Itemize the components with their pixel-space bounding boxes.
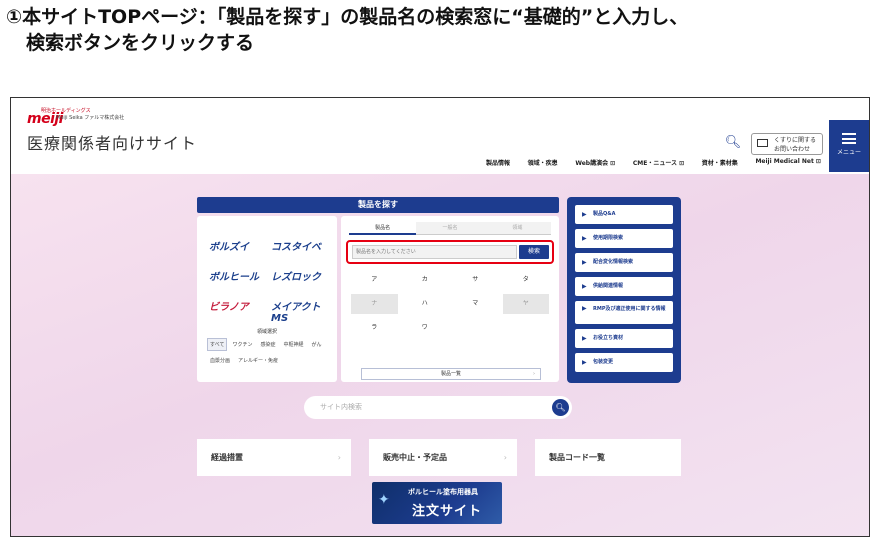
quick-link-compatibility[interactable]: ▶ 配合変化情報検索: [575, 253, 673, 272]
product-name-search-input[interactable]: [352, 245, 517, 259]
chip-vaccine[interactable]: ワクチン: [229, 338, 256, 351]
hamburger-icon: [842, 133, 856, 144]
instruction-line-2: 検索ボタンをクリックする: [26, 32, 255, 54]
browser-screenshot: 明治ホールディングス meiji Meiji Seika ファルマ株式会社 医療…: [10, 97, 870, 537]
nav-item-web-lectures[interactable]: Web講演会 ⊡: [575, 158, 615, 170]
kana-ha[interactable]: ハ: [401, 294, 448, 314]
kana-ya: ヤ: [502, 294, 549, 314]
sparkle-icon: ✦: [378, 492, 390, 508]
order-site-banner[interactable]: ✦ ボルヒール塗布用器具 注文サイト: [372, 482, 502, 524]
global-nav: 製品情報 領域・疾患 Web講演会 ⊡ CME・ニュース ⊡ 資材・素材集 Me…: [486, 158, 821, 170]
kana-ma[interactable]: マ: [452, 294, 499, 314]
chip-plasma[interactable]: 血漿分画: [207, 354, 234, 367]
card-label: 販売中止・予定品: [383, 453, 447, 462]
banner-subtitle: ボルヒール塗布用器具: [408, 488, 478, 496]
quick-link-qa[interactable]: ▶ 製品Q&A: [575, 205, 673, 224]
brands-panel: ボルズイ コスタイベ ボルヒール レズロック ビラノア メイアクトMS 領域選択…: [197, 216, 337, 382]
chip-cns[interactable]: 中枢神経: [280, 338, 307, 351]
nav-item-products[interactable]: 製品情報: [486, 158, 510, 170]
quick-link-label: 供給関連情報: [593, 283, 624, 289]
nav-item-medical-net[interactable]: Meiji Medical Net ⊡: [755, 158, 821, 170]
tab-generic-name[interactable]: 一般名: [416, 222, 484, 235]
field-select-title: 領域選択: [256, 329, 277, 335]
kana-ta[interactable]: タ: [502, 270, 549, 290]
product-search-panel: 製品名 一般名 領域 検索 ア カ サ タ ナ ハ マ ヤ ラ ワ 製品一覧 ›: [341, 216, 559, 382]
instruction-text: ①本サイトTOPページ：「製品を探す」の製品名の検索窓に“基礎的”と入力し、 検…: [6, 4, 866, 56]
nav-item-materials[interactable]: 資材・素材集: [702, 158, 738, 170]
brand-link-3[interactable]: ボルヒール: [209, 268, 259, 283]
site-header: 明治ホールディングス meiji Meiji Seika ファルマ株式会社 医療…: [11, 98, 869, 174]
quick-link-supply[interactable]: ▶ 供給関連情報: [575, 277, 673, 296]
chip-allergy[interactable]: アレルギー・免疫: [235, 354, 282, 367]
triangle-right-icon: ▶: [582, 359, 587, 366]
chevron-right-icon: ›: [337, 453, 341, 462]
banner-title: 注文サイト: [412, 504, 483, 519]
mail-icon: [757, 139, 768, 147]
chip-infection[interactable]: 感染症: [257, 338, 279, 351]
triangle-right-icon: ▶: [582, 211, 587, 218]
menu-label: メニュー: [836, 149, 861, 156]
chip-all[interactable]: すべて: [207, 338, 228, 351]
quick-link-rmp[interactable]: ▶ RMP及び適正使用に関する情報: [575, 301, 673, 324]
brand-link-6[interactable]: メイアクトMS: [271, 298, 337, 324]
card-product-codes[interactable]: 製品コード一覧: [535, 439, 681, 476]
triangle-right-icon: ▶: [582, 305, 587, 312]
brand-link-5[interactable]: ビラノア: [209, 298, 249, 313]
kana-na: ナ: [351, 294, 398, 314]
contact-label: くすりに関する お問い合わせ: [774, 137, 817, 153]
quick-link-useful-materials[interactable]: ▶ お役立ち資材: [575, 329, 673, 348]
field-chips: すべて ワクチン 感染症 中枢神経 がん 血漿分画 アレルギー・免疫: [207, 338, 332, 367]
site-title[interactable]: 医療関係者向けサイト: [27, 130, 197, 154]
chip-cancer[interactable]: がん: [308, 338, 325, 351]
tab-field[interactable]: 領域: [483, 222, 551, 235]
product-search-title: 製品を探す: [197, 197, 559, 213]
contact-button[interactable]: くすりに関する お問い合わせ: [751, 133, 823, 155]
chevron-right-icon: ›: [533, 371, 535, 377]
kana-index: ア カ サ タ ナ ハ マ ヤ ラ ワ: [351, 270, 549, 338]
quick-link-label: 配合変化情報検索: [593, 259, 634, 265]
card-discontinued[interactable]: 販売中止・予定品 ›: [369, 439, 517, 476]
company-name: Meiji Seika ファルマ株式会社: [56, 115, 125, 121]
menu-button[interactable]: メニュー: [829, 120, 869, 172]
tab-product-name[interactable]: 製品名: [349, 222, 417, 235]
quick-link-label: RMP及び適正使用に関する情報: [593, 306, 666, 312]
chevron-right-icon: ›: [503, 453, 507, 462]
product-list-label: 製品一覧: [440, 371, 461, 377]
search-icon[interactable]: 🔍︎: [723, 133, 743, 153]
instruction-line-1: ①本サイトTOPページ：「製品を探す」の製品名の検索窓に“基礎的”と入力し、: [6, 6, 689, 28]
quick-link-label: 使用期限検索: [593, 235, 624, 241]
search-tabs: 製品名 一般名 領域: [349, 222, 551, 235]
nav-item-diseases[interactable]: 領域・疾患: [528, 158, 558, 170]
card-transitional-measures[interactable]: 経過措置 ›: [197, 439, 351, 476]
product-list-button[interactable]: 製品一覧 ›: [361, 368, 541, 380]
brand-link-1[interactable]: ボルズイ: [209, 238, 249, 253]
kana-ra[interactable]: ラ: [351, 318, 398, 338]
nav-item-cme-news[interactable]: CME・ニュース ⊡: [633, 158, 684, 170]
quick-link-label: 製品Q&A: [593, 211, 616, 217]
kana-sa[interactable]: サ: [452, 270, 499, 290]
brand-link-2[interactable]: コスタイベ: [271, 238, 321, 253]
kana-a[interactable]: ア: [351, 270, 398, 290]
quick-link-label: 包装変更: [593, 359, 614, 365]
site-search-input[interactable]: サイト内検索: [304, 396, 572, 419]
card-label: 製品コード一覧: [549, 453, 605, 462]
search-button[interactable]: 検索: [519, 245, 549, 259]
triangle-right-icon: ▶: [582, 283, 587, 290]
kana-ka[interactable]: カ: [401, 270, 448, 290]
triangle-right-icon: ▶: [582, 335, 587, 342]
quick-link-packaging[interactable]: ▶ 包装変更: [575, 353, 673, 372]
triangle-right-icon: ▶: [582, 259, 587, 266]
quick-link-label: お役立ち資材: [593, 335, 624, 341]
card-label: 経過措置: [211, 453, 243, 462]
brand-link-4[interactable]: レズロック: [271, 268, 321, 283]
quick-link-expiry[interactable]: ▶ 使用期限検索: [575, 229, 673, 248]
quick-links-panel: ▶ 製品Q&A ▶ 使用期限検索 ▶ 配合変化情報検索 ▶ 供給関連情報 ▶ RMP及び適…: [567, 197, 681, 383]
triangle-right-icon: ▶: [582, 235, 587, 242]
search-icon[interactable]: 🔍︎: [552, 399, 569, 416]
kana-wa[interactable]: ワ: [401, 318, 448, 338]
